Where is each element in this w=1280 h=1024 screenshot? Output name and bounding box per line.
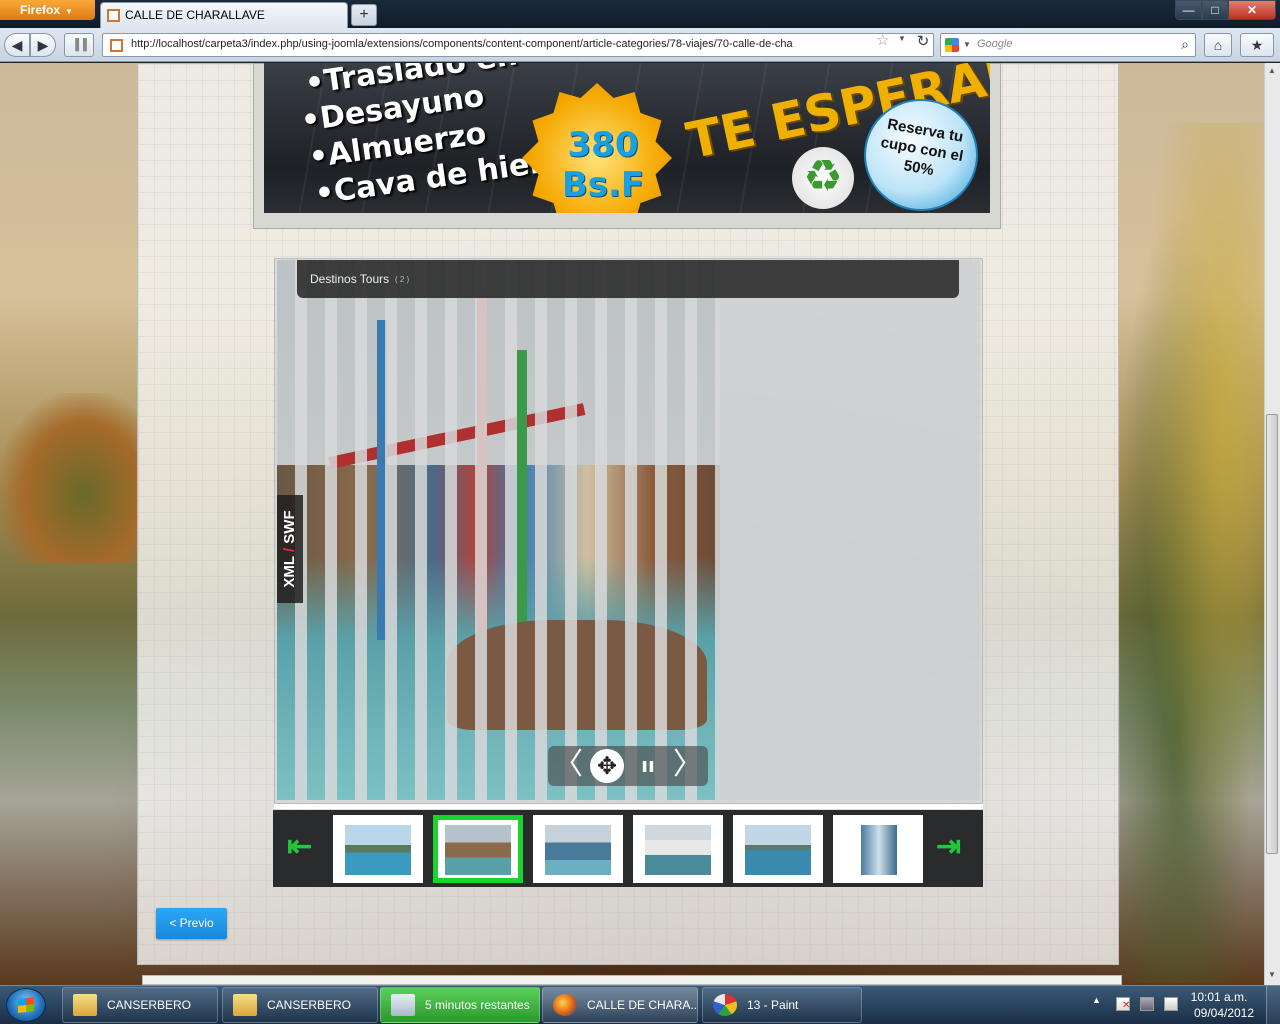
folder-icon bbox=[73, 994, 97, 1016]
bookmarks-button[interactable]: ★ bbox=[1240, 33, 1274, 57]
url-history-dropdown-icon[interactable]: ▼ bbox=[898, 34, 906, 43]
thumbnail-image bbox=[861, 825, 897, 875]
tab-title: CALLE DE CHARALLAVE bbox=[125, 8, 265, 22]
background-image bbox=[1120, 123, 1264, 983]
address-bar[interactable]: http://localhost/carpeta3/index.php/usin… bbox=[102, 33, 934, 57]
clock-time[interactable]: 10:01 a.m. bbox=[1188, 990, 1250, 1004]
thumbnail[interactable] bbox=[633, 815, 723, 883]
thumbnail-image bbox=[745, 825, 811, 875]
promo-banner: •Traslado en •Desayuno •Almuerzo •Cava d… bbox=[264, 63, 990, 213]
taskbar-item-folder[interactable]: CANSERBERO bbox=[222, 987, 378, 1023]
firefox-icon bbox=[553, 994, 577, 1016]
slideshow-title: Destinos Tours bbox=[310, 272, 390, 286]
folder-icon bbox=[233, 994, 257, 1016]
thumbnail-image bbox=[645, 825, 711, 875]
thumbnail[interactable] bbox=[533, 815, 623, 883]
format-separator: / bbox=[281, 547, 298, 553]
chevron-right-icon[interactable]: 〉 bbox=[672, 746, 704, 786]
scroll-down-icon[interactable]: ▼ bbox=[1264, 967, 1280, 983]
navigation-toolbar: ◀ ▶ ▐▐ http://localhost/carpeta3/index.p… bbox=[0, 28, 1280, 62]
thumbnails-prev-icon[interactable]: ⇤ bbox=[287, 832, 319, 863]
minimize-button[interactable]: — bbox=[1175, 0, 1202, 20]
format-label[interactable]: XML / SWF bbox=[277, 495, 303, 603]
thumbnail-image bbox=[345, 825, 411, 875]
scrollbar-thumb[interactable] bbox=[1266, 414, 1278, 854]
thumbnail[interactable] bbox=[733, 815, 823, 883]
paint-palette-icon bbox=[713, 994, 737, 1016]
reload-icon[interactable]: ↻ bbox=[914, 33, 932, 51]
browser-tab-active[interactable]: CALLE DE CHARALLAVE bbox=[100, 2, 348, 28]
bookmark-star-icon[interactable]: ☆ bbox=[876, 31, 889, 49]
slide-transition-area bbox=[720, 260, 980, 800]
action-center-flag-icon[interactable] bbox=[1116, 997, 1130, 1011]
back-button[interactable]: ◀ bbox=[4, 33, 30, 57]
google-icon[interactable] bbox=[945, 38, 959, 52]
thumbnail-active[interactable] bbox=[433, 815, 523, 883]
stats-icon[interactable]: ▐▐ bbox=[64, 33, 94, 57]
file-transfer-icon bbox=[391, 994, 415, 1016]
clock-date[interactable]: 09/04/2012 bbox=[1188, 1006, 1260, 1020]
slideshow-count: ( 2 ) bbox=[395, 275, 410, 284]
taskbar-item-label: 13 - Paint bbox=[747, 998, 799, 1012]
taskbar-item-paint[interactable]: 13 - Paint bbox=[702, 987, 862, 1023]
chevron-left-icon[interactable]: 〈 bbox=[552, 746, 584, 786]
windows-logo-icon bbox=[18, 997, 34, 1013]
search-icon[interactable]: ⌕ bbox=[1181, 36, 1189, 53]
close-window-button[interactable]: ✕ bbox=[1228, 0, 1276, 20]
new-tab-button[interactable]: + bbox=[351, 4, 377, 26]
previous-article-button[interactable]: < Previo bbox=[156, 908, 227, 939]
firefox-menu-label: Firefox bbox=[20, 3, 61, 17]
taskbar-item-transfer[interactable]: 5 minutos restantes bbox=[380, 987, 540, 1023]
taskbar-item-folder[interactable]: CANSERBERO bbox=[62, 987, 218, 1023]
recycle-icon: ♻ bbox=[792, 147, 854, 209]
network-icon[interactable] bbox=[1140, 997, 1154, 1011]
format-swf: SWF bbox=[281, 510, 298, 544]
divider bbox=[274, 804, 983, 809]
taskbar-item-label: CANSERBERO bbox=[107, 998, 192, 1012]
site-favicon-icon bbox=[107, 9, 120, 22]
forward-button[interactable]: ▶ bbox=[30, 33, 56, 57]
search-placeholder: Google bbox=[977, 38, 1013, 50]
slide-transition-stripes bbox=[277, 260, 720, 800]
taskbar-item-label: 5 minutos restantes bbox=[425, 998, 530, 1012]
search-engine-dropdown-icon[interactable]: ▼ bbox=[963, 40, 971, 49]
thumbnail[interactable] bbox=[833, 815, 923, 883]
taskbar-item-label: CALLE DE CHARA... bbox=[587, 998, 698, 1012]
taskbar-item-label: CANSERBERO bbox=[267, 998, 352, 1012]
format-xml: XML bbox=[281, 556, 298, 588]
volume-icon[interactable] bbox=[1164, 997, 1178, 1011]
maximize-button[interactable]: □ bbox=[1202, 0, 1228, 20]
window-titlebar: Firefox ▼ CALLE DE CHARALLAVE + — □ ✕ bbox=[0, 0, 1280, 28]
thumbnail-image bbox=[445, 825, 511, 875]
search-input[interactable]: ▼ Google ⌕ bbox=[940, 33, 1196, 57]
show-desktop-button[interactable] bbox=[1266, 986, 1280, 1024]
taskbar-item-firefox[interactable]: CALLE DE CHARA... bbox=[542, 987, 698, 1023]
url-text: http://localhost/carpeta3/index.php/usin… bbox=[131, 38, 793, 50]
pause-icon[interactable]: ıı bbox=[634, 746, 662, 786]
banner-list: •Traslado en •Desayuno •Almuerzo •Cava d… bbox=[294, 63, 562, 212]
firefox-menu-button[interactable]: Firefox ▼ bbox=[0, 0, 95, 20]
site-favicon-icon bbox=[110, 39, 123, 52]
home-button[interactable]: ⌂ bbox=[1204, 33, 1232, 57]
background-image bbox=[0, 393, 140, 563]
start-button[interactable] bbox=[6, 988, 46, 1022]
move-icon[interactable]: ✥ bbox=[590, 749, 624, 783]
price-text: 380 Bs.F bbox=[561, 125, 645, 205]
thumbnails-next-icon[interactable]: ⇥ bbox=[936, 832, 968, 863]
footer-strip bbox=[142, 975, 1122, 985]
chevron-down-icon: ▼ bbox=[65, 7, 73, 16]
thumbnail-image bbox=[545, 825, 611, 875]
show-hidden-icons[interactable]: ▲ bbox=[1092, 995, 1101, 1005]
scroll-up-icon[interactable]: ▲ bbox=[1264, 63, 1280, 79]
thumbnail[interactable] bbox=[333, 815, 423, 883]
